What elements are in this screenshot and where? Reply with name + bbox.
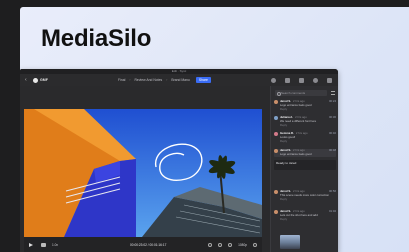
- reply-link[interactable]: Reply: [274, 217, 336, 222]
- avatar: [274, 132, 278, 136]
- player-controls: 1.0x 00:00:23:02 / 00:01:16:17 1080p: [24, 237, 262, 252]
- comment-item[interactable]: Jarod S. 2 hrs ago 00:56 This scene need…: [274, 190, 336, 201]
- reply-input[interactable]: Ready to Jared: [274, 160, 336, 170]
- quality-select[interactable]: 1080p: [238, 243, 247, 247]
- avatar: [274, 149, 278, 153]
- comments-panel: Search comments Jarod S. 2 hrs ago 00:24…: [270, 86, 338, 252]
- breadcrumb-item[interactable]: Final: [118, 78, 125, 82]
- comment-item-active[interactable]: Jarod S. 2 hrs ago 00:48 Logo entrance f…: [274, 149, 336, 157]
- app-logo: [33, 77, 38, 83]
- video-frame: [24, 109, 262, 237]
- reply-link[interactable]: Reply: [274, 123, 336, 128]
- grid-icon[interactable]: [285, 77, 290, 83]
- comment-item[interactable]: Juliana A. 2 hrs ago 00:30 We need a dif…: [274, 116, 336, 127]
- volume-icon[interactable]: [41, 242, 46, 247]
- reply-link[interactable]: Reply: [274, 197, 336, 202]
- reply-link[interactable]: Reply: [274, 107, 336, 112]
- breadcrumb-separator: ›: [166, 78, 168, 82]
- comment-timecode[interactable]: 00:30: [329, 116, 336, 120]
- breadcrumb-item[interactable]: Brand Manu: [171, 78, 189, 82]
- comment-timecode[interactable]: 01:02: [329, 210, 336, 214]
- fullscreen-icon[interactable]: [253, 242, 257, 247]
- app-label: GMF: [40, 78, 48, 82]
- attachment-thumbnail[interactable]: [280, 235, 300, 249]
- filter-icon[interactable]: [331, 91, 335, 95]
- comment-item[interactable]: Jarod S. 2 hrs ago 01:02 Lets cut the sh…: [274, 210, 336, 221]
- chevron-left-icon[interactable]: ‹: [25, 77, 30, 83]
- comment-item[interactable]: Jarod S. 2 hrs ago 00:24 Logo entrance f…: [274, 100, 336, 111]
- timecode: 00:00:23:02 / 00:01:16:17: [130, 242, 167, 247]
- comment-timecode[interactable]: 00:40: [329, 132, 336, 136]
- brand-card: MediaSilo Edit · Sync ‹ GMF Final › Revi…: [20, 7, 409, 252]
- comment-timecode[interactable]: 00:24: [329, 100, 336, 104]
- avatar: [274, 116, 278, 120]
- breadcrumb-separator: ›: [129, 78, 131, 82]
- comment-timecode[interactable]: 00:48: [329, 149, 336, 153]
- user-icon[interactable]: [313, 77, 318, 83]
- loop-icon[interactable]: [208, 242, 213, 247]
- compare-icon[interactable]: [218, 242, 223, 247]
- more-icon[interactable]: [327, 77, 332, 83]
- toolbar-icons: [271, 77, 332, 83]
- settings-icon[interactable]: [228, 242, 233, 247]
- chat-icon[interactable]: [299, 77, 304, 83]
- avatar: [274, 100, 278, 104]
- info-icon[interactable]: [271, 77, 276, 83]
- playback-speed[interactable]: 1.0x: [52, 243, 58, 247]
- search-input[interactable]: Search comments: [275, 90, 327, 96]
- video-viewer[interactable]: [24, 109, 262, 237]
- breadcrumb: Final › Review And Notes › Brand Manu Sh…: [118, 77, 211, 83]
- app-window: Edit · Sync ‹ GMF Final › Review And Not…: [20, 69, 338, 252]
- comment-time: 2 hrs ago: [295, 131, 308, 136]
- play-icon[interactable]: [29, 242, 33, 247]
- comment-body: Logo entrance feels good: [280, 152, 312, 156]
- comment-timecode[interactable]: 00:56: [329, 190, 336, 194]
- brand-title: MediaSilo: [41, 25, 152, 52]
- breadcrumb-item[interactable]: Review And Notes: [134, 78, 162, 82]
- avatar: [274, 190, 278, 194]
- reply-link[interactable]: Reply: [274, 139, 336, 144]
- toolbar: ‹ GMF Final › Review And Notes › Brand M…: [20, 74, 338, 86]
- share-button[interactable]: Share: [195, 77, 211, 83]
- comment-item[interactable]: Gemma R. 2 hrs ago 00:40 Looks good! Rep…: [274, 132, 336, 143]
- player-tools: 1080p: [208, 242, 257, 247]
- avatar: [274, 210, 278, 214]
